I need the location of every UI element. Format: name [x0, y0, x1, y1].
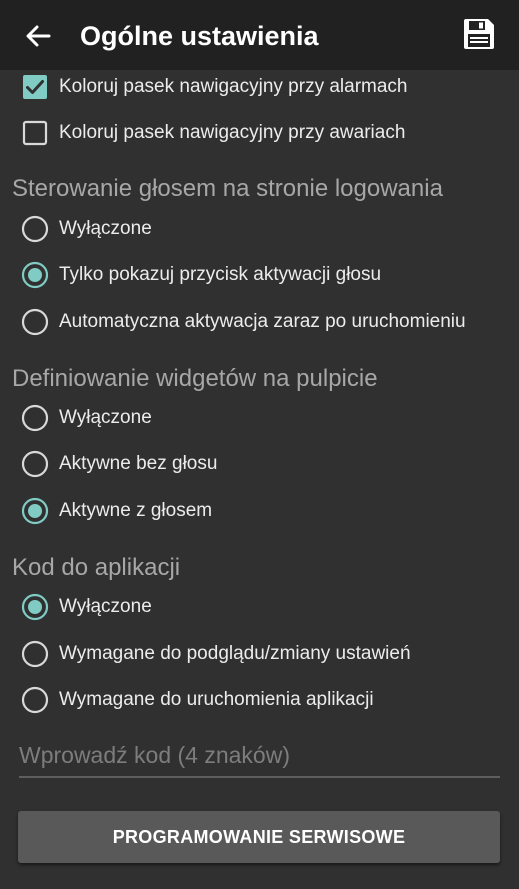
section-title-widgets: Definiowanie widgetów na pulpicie [12, 365, 378, 392]
section-title-voice-login: Sterowanie głosem na stronie logowania [12, 175, 443, 202]
radio-unselected[interactable] [21, 404, 49, 432]
radio-label: Wyłączone [59, 407, 152, 428]
radio-unselected[interactable] [21, 450, 49, 478]
radio-label: Wymagane do podglądu/zmiany ustawień [59, 643, 411, 664]
radio-row-widgets-off[interactable]: Wyłączone [0, 398, 519, 438]
radio-selected[interactable] [21, 497, 49, 525]
code-input-container [19, 734, 500, 778]
radio-row-voice-auto[interactable]: Automatyczna aktywacja zaraz po uruchomi… [0, 302, 519, 342]
radio-unselected[interactable] [21, 308, 49, 336]
floppy-disk-icon[interactable] [461, 16, 497, 52]
radio-label: Tylko pokazuj przycisk aktywacji głosu [59, 264, 382, 285]
app-bar: Ogólne ustawienia [0, 0, 519, 70]
radio-row-voice-off[interactable]: Wyłączone [0, 209, 519, 249]
radio-label: Wyłączone [59, 218, 152, 239]
radio-label: Automatyczna aktywacja zaraz po uruchomi… [59, 311, 466, 332]
radio-row-code-launch[interactable]: Wymagane do uruchomienia aplikacji [0, 680, 519, 720]
checkbox-unchecked[interactable] [21, 119, 49, 147]
radio-row-voice-button-only[interactable]: Tylko pokazuj przycisk aktywacji głosu [0, 255, 519, 295]
checkbox-row-nav-failures[interactable]: Koloruj pasek nawigacyjny przy awariach [0, 113, 519, 153]
radio-selected[interactable] [21, 593, 49, 621]
radio-label: Wyłączone [59, 596, 152, 617]
arrow-back-icon[interactable] [22, 20, 54, 52]
checkbox-label: Koloruj pasek nawigacyjny przy awariach [59, 122, 406, 143]
service-programming-button[interactable]: PROGRAMOWANIE SERWISOWE [18, 811, 500, 863]
radio-row-code-off[interactable]: Wyłączone [0, 587, 519, 627]
code-input[interactable] [19, 738, 500, 772]
radio-label: Aktywne bez głosu [59, 453, 218, 474]
page-title: Ogólne ustawienia [80, 21, 319, 51]
radio-unselected[interactable] [21, 215, 49, 243]
radio-label: Aktywne z głosem [59, 500, 213, 521]
radio-row-widgets-voice[interactable]: Aktywne z głosem [0, 491, 519, 531]
radio-unselected[interactable] [21, 686, 49, 714]
radio-label: Wymagane do uruchomienia aplikacji [59, 689, 374, 710]
checkbox-row-nav-alarms[interactable]: Koloruj pasek nawigacyjny przy alarmach [0, 67, 519, 107]
radio-row-widgets-no-voice[interactable]: Aktywne bez głosu [0, 444, 519, 484]
radio-selected[interactable] [21, 261, 49, 289]
radio-unselected[interactable] [21, 640, 49, 668]
checkbox-label: Koloruj pasek nawigacyjny przy alarmach [59, 76, 408, 97]
section-title-app-code: Kod do aplikacji [12, 554, 181, 581]
radio-row-code-settings[interactable]: Wymagane do podglądu/zmiany ustawień [0, 634, 519, 674]
checkbox-checked[interactable] [21, 73, 49, 101]
